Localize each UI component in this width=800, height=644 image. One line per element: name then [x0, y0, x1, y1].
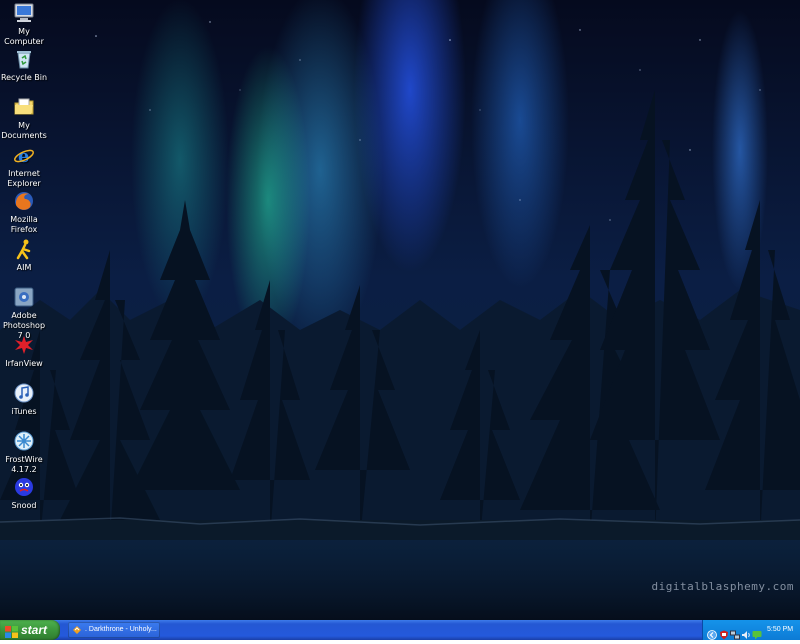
wallpaper-watermark: digitalblasphemy.com [651, 580, 794, 593]
desktop-icon-frostwire[interactable]: FrostWire 4.17.2 [0, 430, 48, 475]
itunes-icon [13, 382, 35, 404]
network-icon[interactable] [730, 625, 740, 640]
desktop-icon-mozilla-firefox[interactable]: Mozilla Firefox [0, 190, 48, 235]
windows-flag-icon [5, 624, 18, 644]
start-button[interactable]: start [0, 620, 60, 640]
start-label: start [21, 623, 48, 637]
taskbar-clock[interactable]: 5:50 PM [767, 620, 793, 640]
shield-icon[interactable] [719, 625, 729, 640]
computer-icon [13, 2, 35, 24]
desktop-icon-snood[interactable]: Snood [0, 476, 48, 511]
irfanview-icon [13, 334, 35, 356]
forest-wallpaper [0, 21, 800, 620]
firefox-icon [13, 190, 35, 212]
desktop-icon-irfanview[interactable]: IrfanView [0, 334, 48, 369]
photoshop-icon [13, 286, 35, 308]
svg-text:e: e [18, 146, 29, 166]
recycle-bin-icon [13, 48, 35, 70]
volume-icon[interactable] [741, 625, 751, 639]
snood-icon [13, 476, 35, 498]
aim-icon [13, 238, 35, 260]
taskbar-item-winamp[interactable]: . Darkthrone - Unholy... [68, 622, 160, 638]
taskbar-item-label: . Darkthrone - Unholy... [85, 626, 157, 633]
frostwire-icon [13, 430, 35, 452]
arrow-left-icon[interactable] [707, 625, 717, 640]
desktop-icon-adobe-photoshop[interactable]: Adobe Photoshop 7.0 [0, 286, 48, 341]
taskbar: start . Darkthrone - Unholy... 5:50 PM [0, 620, 800, 640]
desktop-icon-my-computer[interactable]: My Computer [0, 2, 48, 47]
folder-icon [13, 96, 35, 118]
desktop-icon-my-documents[interactable]: My Documents [0, 96, 48, 141]
desktop-icon-recycle-bin[interactable]: Recycle Bin [0, 48, 48, 83]
winamp-icon [72, 625, 82, 638]
system-tray: 5:50 PM [702, 620, 800, 640]
desktop-icon-aim[interactable]: AIM [0, 238, 48, 273]
chat-icon[interactable] [752, 625, 762, 640]
desktop: My Computer Recycle Bin My Documents e I… [0, 0, 800, 620]
desktop-icon-internet-explorer[interactable]: e Internet Explorer [0, 144, 48, 189]
desktop-icon-itunes[interactable]: iTunes [0, 382, 48, 417]
internet-explorer-icon: e [13, 144, 35, 167]
